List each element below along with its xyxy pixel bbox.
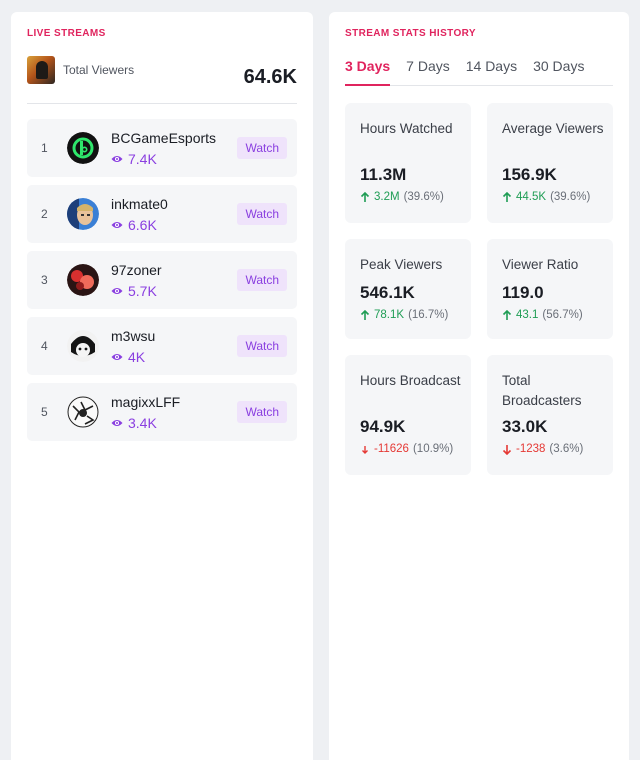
watch-button[interactable]: Watch [237,335,287,357]
stat-value: 156.9K [502,165,557,184]
stat-percent: (39.6%) [550,191,591,203]
stat-percent: (39.6%) [403,191,444,203]
avatar-m3wsu[interactable] [67,330,99,362]
tab-3-days[interactable]: 3 Days [345,56,391,86]
stat-value: 119.0 [502,283,544,302]
stream-viewer-count: 3.4K [128,415,157,431]
eye-icon [111,222,123,228]
stream-rank: 2 [41,207,48,221]
arrow-up-icon [360,309,370,320]
stat-percent: (16.7%) [408,309,449,321]
stat-delta: -1238 [516,443,546,455]
stream-viewers: 5.7K [111,283,157,299]
stat-card-hours-broadcast: Hours Broadcast 94.9K -11626 (10.9%) [345,355,471,475]
stat-delta: 3.2M [374,191,400,203]
tab-7-days[interactable]: 7 Days [406,56,450,86]
stat-value: 33.0K [502,417,548,436]
stat-label: Total Broadcasters [502,373,582,408]
total-viewers-thumbnail [27,56,55,84]
stat-value: 11.3M [360,165,407,184]
live-streams-title: LIVE STREAMS [27,28,106,39]
arrow-down-icon [502,444,512,455]
stream-rank: 1 [41,141,48,155]
total-viewers-summary: Total Viewers 64.6K [27,56,297,104]
total-viewers-label: Total Viewers [63,63,135,77]
stream-viewers: 7.4K [111,151,157,167]
stream-row[interactable]: 3 97zoner 5.7K Watch [27,251,297,309]
period-tabs: 3 Days 7 Days 14 Days 30 Days [345,56,613,86]
stat-change: 44.5K (39.6%) [502,191,590,203]
arrow-up-icon [502,191,512,202]
watch-button[interactable]: Watch [237,203,287,225]
arrow-down-icon [362,445,368,454]
live-streams-panel: LIVE STREAMS Total Viewers 64.6K 1 BCGam… [11,12,313,760]
stream-viewers: 4K [111,349,145,365]
stream-viewer-count: 7.4K [128,151,157,167]
stat-change: 78.1K (16.7%) [360,309,448,321]
stat-delta: -11626 [374,443,409,455]
watch-button[interactable]: Watch [237,401,287,423]
stream-name[interactable]: m3wsu [111,328,155,344]
stat-change: 3.2M (39.6%) [360,191,444,203]
stat-change: -1238 (3.6%) [502,443,583,455]
tab-30-days[interactable]: 30 Days [533,56,584,86]
stream-rank: 4 [41,339,48,353]
stat-value: 546.1K [360,283,415,302]
stream-rank: 3 [41,273,48,287]
stream-row[interactable]: 5 magixxLFF 3.4K Watch [27,383,297,441]
stat-label: Viewer Ratio [502,257,579,272]
stat-percent: (10.9%) [412,443,454,455]
stream-viewer-count: 6.6K [128,217,157,233]
stat-card-average-viewers: Average Viewers 156.9K 44.5K (39.6%) [487,103,613,223]
watch-button[interactable]: Watch [237,137,287,159]
stat-card-total-broadcasters: Total Broadcasters 33.0K -1238 (3.6%) [487,355,613,475]
stream-name[interactable]: inkmate0 [111,196,168,212]
avatar-inkmate0[interactable] [67,198,99,230]
arrow-up-icon [502,309,512,320]
stream-rank: 5 [41,405,48,419]
stat-card-hours-watched: Hours Watched 11.3M 3.2M (39.6%) [345,103,471,223]
eye-icon [111,420,123,426]
avatar-magixxlff[interactable] [67,396,99,428]
stat-delta: 43.1 [516,309,539,321]
stat-delta: 78.1K [374,309,405,321]
stat-percent: (56.7%) [542,309,583,321]
stream-name[interactable]: magixxLFF [111,394,180,410]
total-viewers-value: 64.6K [243,66,297,88]
stat-percent: (3.6%) [549,443,584,455]
eye-icon [111,156,123,162]
watch-button[interactable]: Watch [237,269,287,291]
stream-viewers: 6.6K [111,217,157,233]
stat-change: 43.1 (56.7%) [502,309,583,321]
stat-label: Peak Viewers [360,257,443,272]
stat-change: -11626 (10.9%) [360,443,453,455]
stream-list: 1 BCGameEsports 7.4K Watch 2 inkmate0 6.… [27,119,297,449]
stat-label: Hours Watched [360,121,453,136]
stream-viewer-count: 4K [128,349,146,365]
stat-label: Average Viewers [502,121,604,136]
stream-viewer-count: 5.7K [128,283,157,299]
arrow-up-icon [360,191,370,202]
stat-card-peak-viewers: Peak Viewers 546.1K 78.1K (16.7%) [345,239,471,339]
stream-row[interactable]: 1 BCGameEsports 7.4K Watch [27,119,297,177]
stat-value: 94.9K [360,417,406,436]
avatar-97zoner[interactable] [67,264,99,296]
stat-card-viewer-ratio: Viewer Ratio 119.0 43.1 (56.7%) [487,239,613,339]
stream-name[interactable]: 97zoner [111,262,162,278]
stream-viewers: 3.4K [111,415,157,431]
avatar-bcgameesports[interactable] [67,132,99,164]
tab-14-days[interactable]: 14 Days [466,56,517,86]
stream-name[interactable]: BCGameEsports [111,130,216,146]
eye-icon [111,288,123,294]
stat-delta: 44.5K [516,191,547,203]
stream-stats-panel: STREAM STATS HISTORY 3 Days 7 Days 14 Da… [329,12,629,760]
stream-row[interactable]: 2 inkmate0 6.6K Watch [27,185,297,243]
stream-row[interactable]: 4 m3wsu 4K Watch [27,317,297,375]
stat-label: Hours Broadcast [360,373,461,388]
stream-stats-title: STREAM STATS HISTORY [345,28,476,39]
eye-icon [111,354,123,360]
